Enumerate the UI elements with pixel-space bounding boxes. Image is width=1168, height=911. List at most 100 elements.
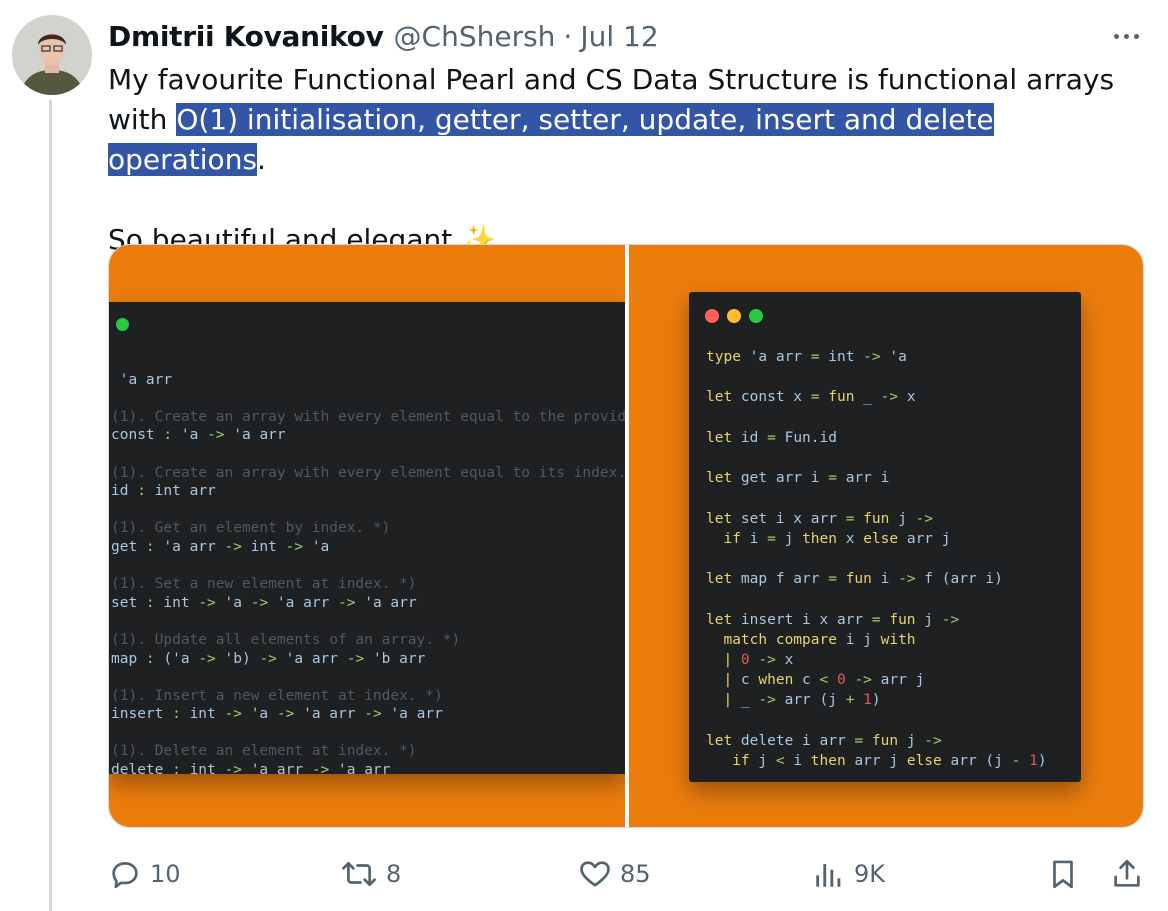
code-line: let get arr i = arr i <box>706 470 889 486</box>
code-token: set i x arr <box>740 510 846 527</box>
reply-icon <box>108 857 142 891</box>
retweet-count: 8 <box>386 860 402 888</box>
author-handle[interactable]: @ChShersh <box>394 20 556 53</box>
code-token: int arr <box>154 483 216 500</box>
code-token: 'a <box>224 594 251 611</box>
code-token: : <box>145 650 164 667</box>
thread-line <box>49 100 52 911</box>
code-token: let <box>706 510 741 527</box>
tweet-date[interactable]: Jul 12 <box>580 20 658 53</box>
code-token: get <box>111 538 146 555</box>
author-name[interactable]: Dmitrii Kovanikov <box>108 20 384 53</box>
code-token: 'a arr <box>250 762 312 774</box>
code-line: | _ -> arr (j + 1) <box>706 692 880 709</box>
code-token: -> <box>924 732 942 749</box>
reply-count: 10 <box>150 860 181 888</box>
tweet-line-2-suffix: . <box>257 143 266 176</box>
code-token: j <box>898 510 916 527</box>
code-token: ) <box>1037 753 1047 770</box>
code-block-right: type 'a arr = int -> 'a let const x = fu… <box>706 347 1047 771</box>
code-token: -> <box>259 650 286 667</box>
code-token: int <box>250 538 286 555</box>
code-token: arr j <box>906 530 951 547</box>
code-token: -> <box>311 762 339 774</box>
code-token: with <box>880 631 916 648</box>
code-line: insert : int -> 'a -> 'a arr -> 'a arr <box>111 706 443 722</box>
code-token: type <box>706 349 750 365</box>
code-token: (1). Get an element by index. *) <box>111 520 391 537</box>
code-token: 'a arr <box>338 762 391 774</box>
code-token: = <box>871 611 890 628</box>
code-token: 0 <box>836 672 855 689</box>
code-token: let <box>706 429 741 446</box>
code-token: (1). Delete an element at index. *) <box>111 743 417 760</box>
views-button[interactable]: 9K <box>812 852 885 896</box>
code-token: = <box>767 429 785 446</box>
code-line: get : 'a arr -> int -> 'a <box>111 539 329 555</box>
code-line: set : int -> 'a -> 'a arr -> 'a arr <box>111 595 417 611</box>
code-token: 'a <box>180 427 208 444</box>
code-line: | c when c < 0 -> arr j <box>706 672 924 688</box>
bookmark-icon <box>1046 857 1080 891</box>
code-line: if i = j then x else arr j <box>706 530 951 547</box>
code-token: arr (j <box>784 692 846 709</box>
code-line: let set i x arr = fun j -> <box>706 511 933 527</box>
code-token: arr i <box>845 470 890 487</box>
code-token: insert i x arr <box>740 611 872 628</box>
code-token: x <box>906 389 916 406</box>
media-grid: 'a arr (1). Create an array with every e… <box>108 244 1144 828</box>
highlighted-text: O(1) initialisation, getter, setter, upd… <box>108 103 994 176</box>
bookmark-button[interactable] <box>1046 852 1080 896</box>
media-image-left[interactable]: 'a arr (1). Create an array with every e… <box>109 245 625 827</box>
reply-button[interactable]: 10 <box>108 852 181 896</box>
code-token: = <box>810 389 829 406</box>
code-token: arr j <box>880 672 925 689</box>
traffic-light-green <box>749 309 763 323</box>
code-token: int <box>189 706 225 723</box>
tweet-line-2-prefix: with <box>108 103 177 136</box>
tweet-line-2: with O(1) initialisation, getter, setter… <box>108 100 1128 180</box>
code-token: fun <box>845 571 881 588</box>
code-token: map <box>111 650 146 667</box>
code-token: when <box>758 672 803 689</box>
code-token: j <box>758 753 776 770</box>
more-icon[interactable] <box>1106 22 1146 50</box>
code-line: (1). Update all elements of an array. *) <box>111 632 460 648</box>
code-token: Fun.id <box>784 429 837 446</box>
like-button[interactable]: 85 <box>578 852 651 896</box>
code-token: then <box>802 530 846 547</box>
code-line: | 0 -> x <box>706 652 793 668</box>
code-token: delete <box>111 762 173 774</box>
code-token: id <box>111 483 138 500</box>
code-token: 'a arr <box>303 706 365 723</box>
code-token: then <box>810 753 855 770</box>
code-line: map : ('a -> 'b) -> 'a arr -> 'b arr <box>111 651 425 667</box>
code-token: 'a <box>311 538 330 555</box>
views-count: 9K <box>854 860 886 888</box>
code-line: (1). Insert a new element at index. *) <box>111 688 443 704</box>
avatar[interactable] <box>12 15 92 95</box>
code-token: int <box>189 762 225 774</box>
code-token: 'a arr <box>233 427 286 444</box>
like-count: 85 <box>620 860 651 888</box>
code-token: = <box>767 530 785 547</box>
code-line: (1). Get an element by index. *) <box>111 520 390 536</box>
code-token: : <box>145 538 164 555</box>
code-token: _ <box>740 692 759 709</box>
retweet-button[interactable]: 8 <box>340 852 401 896</box>
code-token: i <box>749 530 768 547</box>
code-token: | <box>706 652 741 669</box>
code-token: 'a arr <box>163 538 225 555</box>
code-line: (1). Set a new element at index. *) <box>111 576 417 592</box>
traffic-light-red <box>705 309 719 323</box>
code-line: (1). Create an array with every element … <box>111 465 625 481</box>
code-token: 1 <box>1029 753 1038 770</box>
code-line: match compare i j with <box>706 631 916 648</box>
code-line: let id = Fun.id <box>706 430 837 446</box>
media-image-right[interactable]: type 'a arr = int -> 'a let const x = fu… <box>629 245 1143 827</box>
share-button[interactable] <box>1110 852 1144 896</box>
code-token: (1). Create an array with every element … <box>111 464 625 481</box>
tweet-text: My favourite Functional Pearl and CS Dat… <box>108 60 1128 260</box>
code-window-right: type 'a arr = int -> 'a let const x = fu… <box>689 292 1081 782</box>
code-line: delete : int -> 'a arr -> 'a arr <box>111 762 390 774</box>
